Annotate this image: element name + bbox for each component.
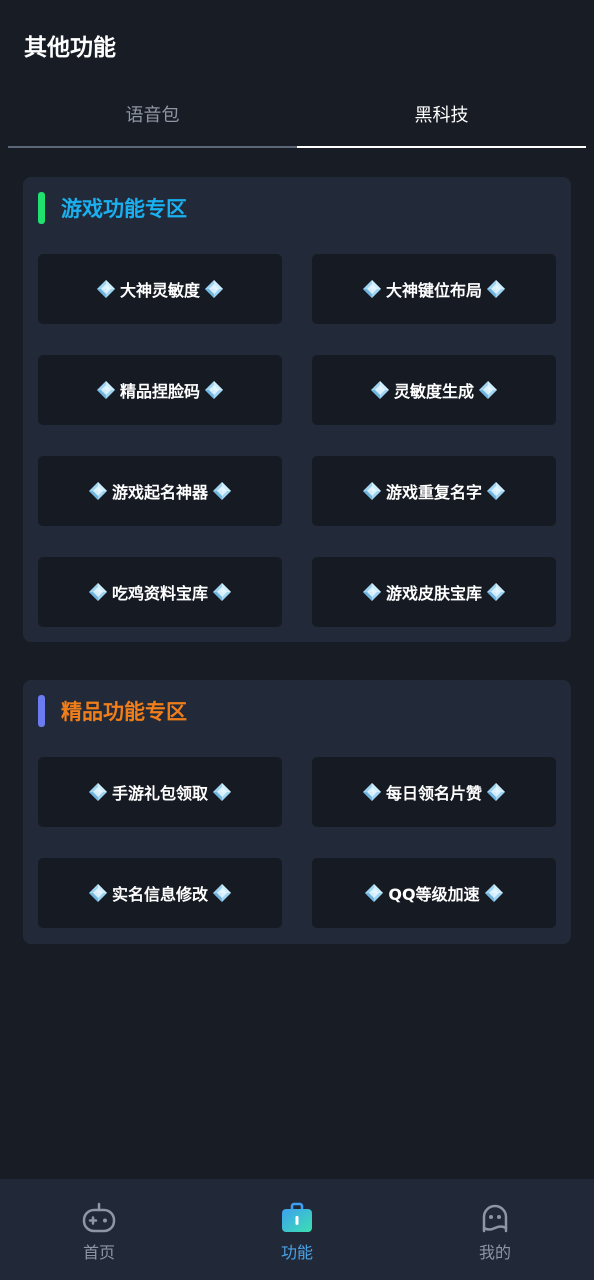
diamond-icon: [486, 279, 506, 299]
robot-face-icon: [482, 1204, 508, 1233]
feature-card[interactable]: 大神灵敏度: [38, 254, 282, 324]
section-game-features: 游戏功能专区 大神灵敏度 大神键位布局 精品捏脸码 灵敏度生成 游戏起名神器 游…: [23, 177, 571, 642]
diamond-icon: [212, 481, 232, 501]
nav-label: 首页: [82, 1243, 115, 1262]
diamond-icon: [362, 582, 382, 602]
section-header: 游戏功能专区: [38, 192, 187, 224]
bottom-nav: 首页 功能 我的: [0, 1179, 594, 1280]
feature-card[interactable]: 吃鸡资料宝库: [38, 557, 282, 627]
diamond-icon: [362, 782, 382, 802]
feature-card[interactable]: 游戏起名神器: [38, 456, 282, 526]
tab-black-tech[interactable]: 黑科技: [297, 88, 586, 148]
nav-item-profile[interactable]: 我的: [396, 1179, 594, 1280]
feature-grid: 大神灵敏度 大神键位布局 精品捏脸码 灵敏度生成 游戏起名神器 游戏重复名字 吃…: [38, 254, 556, 627]
diamond-icon: [212, 883, 232, 903]
feature-label: 游戏重复名字: [385, 483, 482, 502]
feature-label: 每日领名片赞: [385, 784, 482, 803]
feature-card[interactable]: QQ等级加速: [312, 858, 556, 928]
diamond-icon: [364, 883, 384, 903]
tab-bar: 语音包 黑科技: [8, 88, 586, 148]
section-header: 精品功能专区: [38, 695, 187, 727]
feature-label: 游戏起名神器: [111, 483, 208, 502]
feature-card[interactable]: 每日领名片赞: [312, 757, 556, 827]
diamond-icon: [88, 481, 108, 501]
briefcase-icon: [282, 1202, 312, 1232]
nav-label: 功能: [280, 1243, 313, 1262]
gamepad-icon: [82, 1202, 116, 1233]
feature-card[interactable]: 手游礼包领取: [38, 757, 282, 827]
tab-voice-pack[interactable]: 语音包: [8, 88, 297, 148]
feature-label: 手游礼包领取: [111, 784, 208, 803]
diamond-icon: [486, 582, 506, 602]
feature-label: 精品捏脸码: [119, 382, 200, 401]
nav-label: 我的: [478, 1243, 511, 1262]
section-title: 精品功能专区: [61, 700, 187, 724]
diamond-icon: [212, 582, 232, 602]
section-premium-features: 精品功能专区 手游礼包领取 每日领名片赞 实名信息修改 QQ等级加速: [23, 680, 571, 944]
page: 其他功能 语音包 黑科技 游戏功能专区 大神灵敏度 大神键位布局 精品捏脸码 灵…: [0, 0, 594, 1280]
feature-label: 游戏皮肤宝库: [385, 584, 482, 603]
feature-label: 灵敏度生成: [393, 382, 474, 401]
feature-label: 实名信息修改: [111, 885, 208, 904]
feature-label: 大神灵敏度: [119, 281, 200, 300]
diamond-icon: [478, 380, 498, 400]
section-accent-bar: [38, 695, 45, 727]
feature-label: 吃鸡资料宝库: [111, 584, 208, 603]
diamond-icon: [362, 481, 382, 501]
diamond-icon: [204, 380, 224, 400]
feature-label: 大神键位布局: [385, 281, 482, 300]
diamond-icon: [88, 582, 108, 602]
feature-card[interactable]: 游戏皮肤宝库: [312, 557, 556, 627]
diamond-icon: [88, 883, 108, 903]
page-title: 其他功能: [24, 35, 116, 61]
nav-item-features[interactable]: 功能: [198, 1179, 396, 1280]
feature-card[interactable]: 精品捏脸码: [38, 355, 282, 425]
diamond-icon: [362, 279, 382, 299]
diamond-icon: [96, 279, 116, 299]
feature-card[interactable]: 大神键位布局: [312, 254, 556, 324]
diamond-icon: [486, 481, 506, 501]
feature-grid: 手游礼包领取 每日领名片赞 实名信息修改 QQ等级加速: [38, 757, 556, 928]
diamond-icon: [370, 380, 390, 400]
nav-item-home[interactable]: 首页: [0, 1179, 198, 1280]
feature-card[interactable]: 游戏重复名字: [312, 456, 556, 526]
diamond-icon: [96, 380, 116, 400]
diamond-icon: [88, 782, 108, 802]
feature-label: QQ等级加速: [388, 885, 480, 904]
feature-card[interactable]: 实名信息修改: [38, 858, 282, 928]
section-title: 游戏功能专区: [61, 197, 187, 221]
section-accent-bar: [38, 192, 45, 224]
diamond-icon: [212, 782, 232, 802]
diamond-icon: [484, 883, 504, 903]
diamond-icon: [204, 279, 224, 299]
feature-card[interactable]: 灵敏度生成: [312, 355, 556, 425]
diamond-icon: [486, 782, 506, 802]
